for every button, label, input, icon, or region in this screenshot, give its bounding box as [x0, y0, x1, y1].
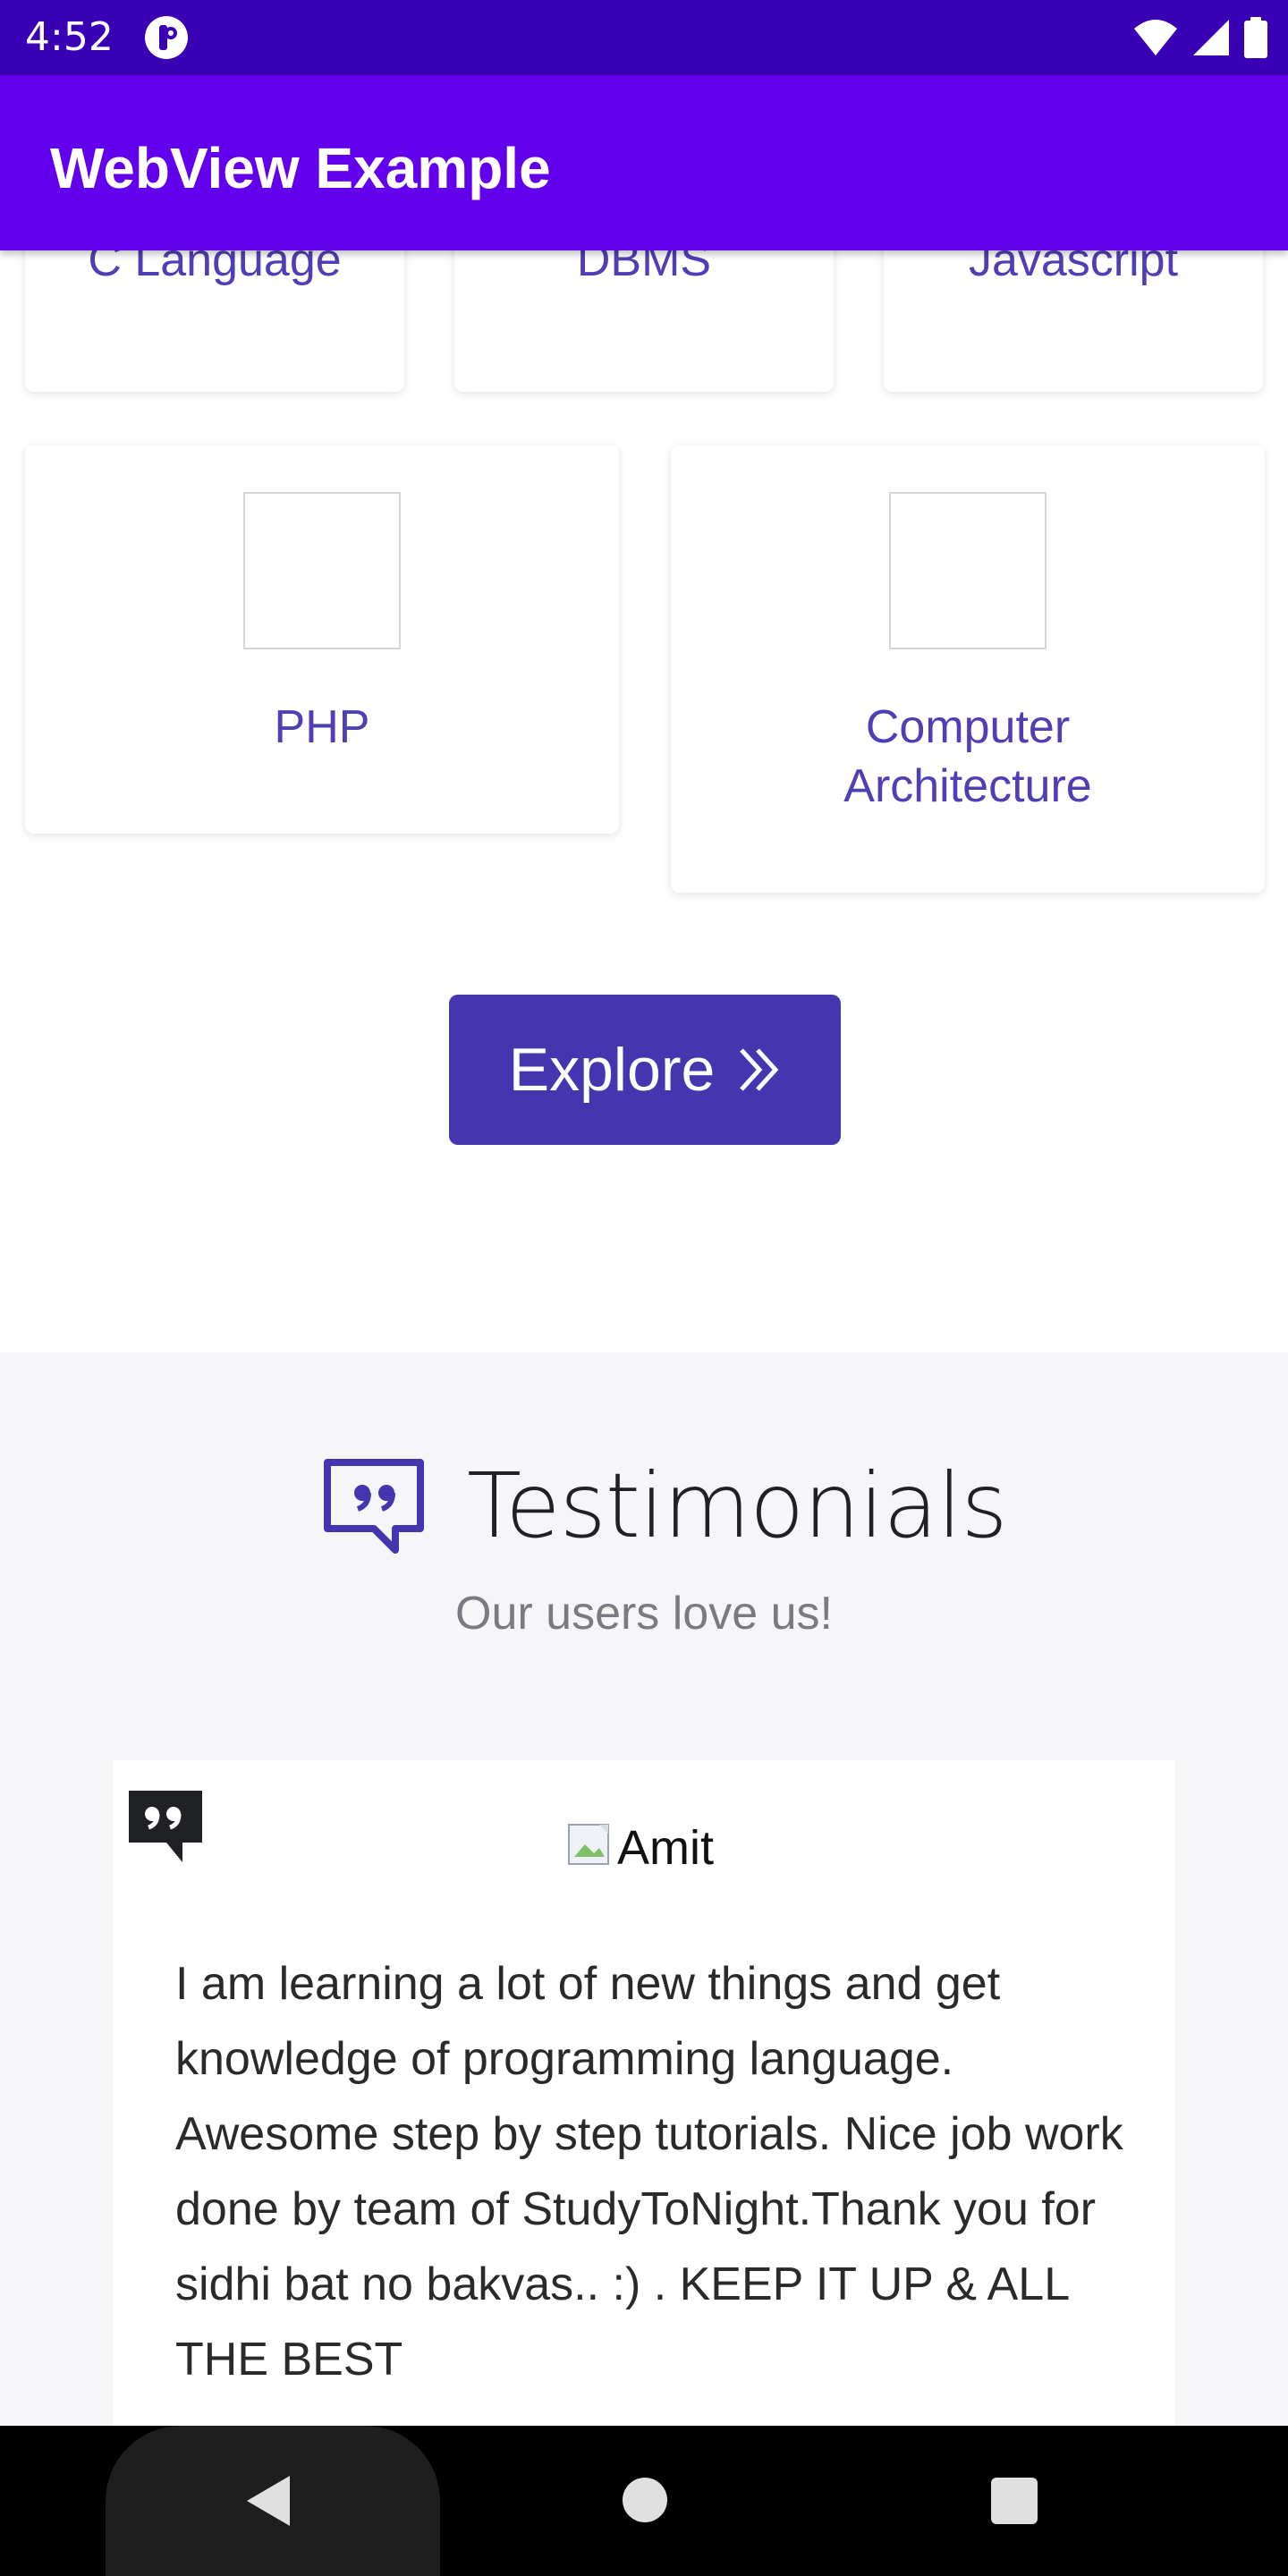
- course-label: C Language: [88, 250, 342, 286]
- course-label: DBMS: [576, 250, 712, 286]
- wifi-icon: [1134, 20, 1177, 55]
- course-image: [243, 492, 401, 649]
- status-time: 4:52: [25, 14, 114, 60]
- course-label: Computer: [865, 701, 1071, 753]
- course-label: Architecture: [843, 760, 1092, 812]
- testimonial-card: Amit I am learning a lot of new things a…: [113, 1760, 1175, 2426]
- app-notification-icon: [145, 16, 188, 59]
- home-icon[interactable]: [623, 2478, 667, 2522]
- course-image: [889, 492, 1046, 649]
- status-bar: 4:52: [0, 0, 1288, 75]
- course-label: Javascript: [968, 250, 1179, 286]
- testimonials-heading-row: Testimonials: [322, 1453, 1008, 1560]
- webview-content[interactable]: C Language DBMS Javascript PHP Computer …: [0, 250, 1288, 2426]
- testimonials-heading: Testimonials: [467, 1453, 1008, 1558]
- testimonials-subheading: Our users love us!: [455, 1588, 833, 1640]
- course-card-php[interactable]: PHP: [25, 445, 619, 834]
- speech-quote-icon: [324, 1459, 424, 1554]
- testimonial-text: I am learning a lot of new things and ge…: [175, 1958, 1123, 2385]
- testimonials-section: Testimonials Our users love us! Amit I a…: [0, 1352, 1288, 2426]
- course-card-c-language[interactable]: C Language: [25, 250, 404, 392]
- app-bar: WebView Example: [0, 75, 1288, 250]
- back-icon[interactable]: [243, 2474, 293, 2528]
- double-chevron-right-icon: [740, 1048, 779, 1091]
- course-card-javascript[interactable]: Javascript: [884, 250, 1263, 392]
- status-icons: [1132, 13, 1268, 63]
- broken-image-icon: [568, 1824, 609, 1865]
- quote-icon: [129, 1791, 202, 1862]
- app-title: WebView Example: [50, 136, 551, 200]
- course-card-computer-architecture[interactable]: Computer Architecture: [671, 445, 1265, 893]
- signal-icon: [1193, 20, 1229, 55]
- battery-icon: [1244, 17, 1267, 58]
- explore-button-label: Explore: [508, 1036, 716, 1104]
- course-label: PHP: [274, 701, 370, 753]
- avatar: Amit: [567, 1816, 714, 1880]
- explore-button[interactable]: Explore: [449, 995, 841, 1145]
- avatar-alt-text: Amit: [617, 1821, 714, 1875]
- recents-icon[interactable]: [991, 2478, 1038, 2524]
- system-nav-bar: [0, 2426, 1288, 2576]
- course-card-dbms[interactable]: DBMS: [454, 250, 834, 392]
